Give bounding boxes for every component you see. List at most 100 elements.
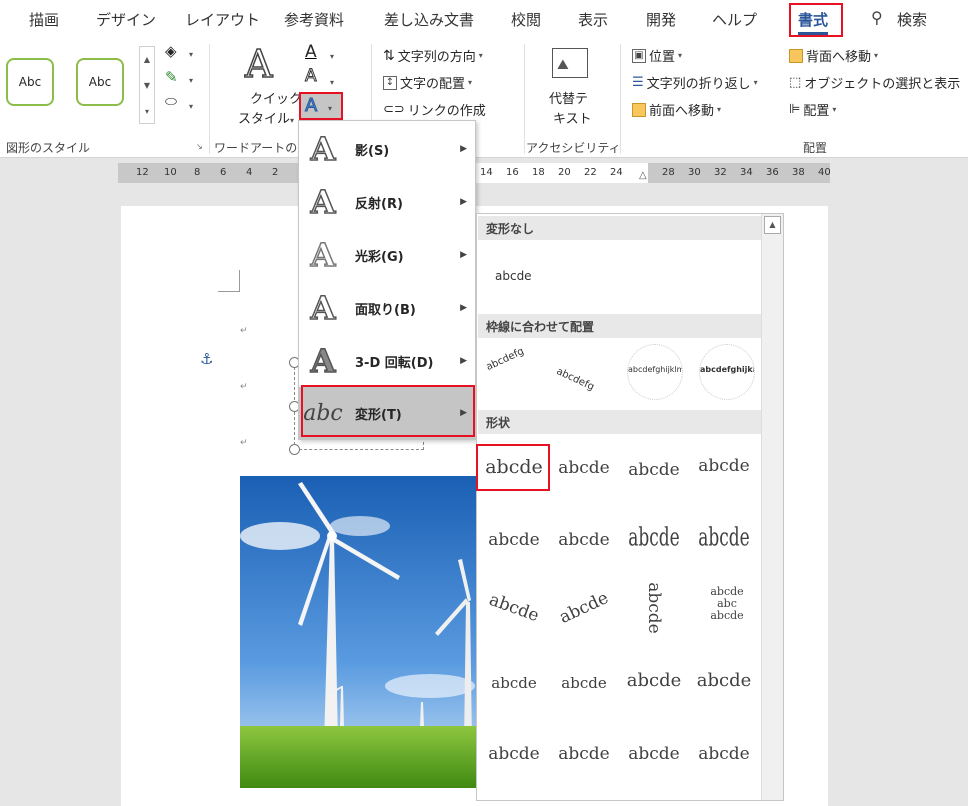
warp-wave-2[interactable]: abcde [689, 744, 759, 764]
warp-ring-outside[interactable]: abcde [619, 523, 689, 553]
tab-layout[interactable]: レイアウト [185, 9, 260, 30]
menu-item-glow[interactable]: A 光彩(G) ▶ [299, 229, 477, 281]
tab-draw[interactable]: 描画 [29, 9, 59, 30]
ruler-indent-marker-icon[interactable]: △ [639, 170, 647, 181]
highlight-square-transform [476, 444, 550, 491]
text-effects-button[interactable]: A ▾ [299, 92, 343, 120]
transform-arch-up[interactable]: abcdefg [485, 346, 526, 373]
warp-deflate-top[interactable]: abcde [619, 670, 689, 691]
menu-item-label: 面取り(B) [355, 302, 416, 318]
shape-outline-dropdown[interactable]: ▾ [189, 72, 193, 87]
bring-forward-button[interactable]: 前面へ移動 ▾ [632, 100, 721, 119]
align-button[interactable]: ⊫ 配置 ▾ [789, 100, 836, 119]
warp-ring-inside[interactable]: abcde [549, 530, 619, 550]
anchor-icon[interactable]: ⚓ [200, 350, 213, 368]
search-icon[interactable]: ⚲ [871, 8, 883, 27]
text-outline-icon[interactable]: A [305, 66, 318, 87]
warp-triangle-down[interactable]: abcde [619, 460, 689, 480]
warp-arch-up[interactable]: abcde [478, 587, 551, 630]
position-button[interactable]: ▣ 位置 ▾ [632, 46, 682, 65]
warp-chevron-down[interactable]: abcde [479, 530, 549, 550]
group-label-arrange: 配置 [803, 141, 828, 155]
menu-item-bevel[interactable]: A 面取り(B) ▶ [299, 282, 477, 334]
separator [620, 44, 621, 154]
gallery-scrollbar[interactable]: ▲ [761, 214, 783, 800]
text-glow-icon: A [310, 235, 336, 275]
tab-design[interactable]: デザイン [96, 9, 156, 30]
ruler-number: 36 [766, 167, 779, 178]
transform-circle[interactable]: abcdefghijklm [627, 344, 683, 400]
quick-style-label[interactable]: クイック [250, 88, 302, 107]
warp-inflate-bottom[interactable]: abcde [549, 674, 619, 692]
quick-style-dropdown[interactable]: ▾ [290, 112, 294, 127]
scroll-up-icon[interactable]: ▲ [764, 216, 781, 234]
style-gallery-scroll[interactable]: ▲ ▼ ▾ [139, 46, 155, 124]
tab-review[interactable]: 校閲 [511, 9, 541, 30]
text-fill-dropdown[interactable]: ▾ [330, 48, 334, 63]
shape-effects-icon[interactable]: ⬭ [165, 94, 177, 110]
warp-can-up[interactable]: abcde [479, 744, 549, 764]
ruler-number: 10 [164, 167, 177, 178]
menu-item-reflection[interactable]: A 反射(R) ▶ [299, 176, 477, 228]
shape-fill-icon[interactable]: ◈ [165, 42, 177, 60]
shape-effects-dropdown[interactable]: ▾ [189, 98, 193, 113]
shape-style-1[interactable]: Abc [6, 58, 54, 106]
transform-button[interactable]: abcdefghijklmno [699, 344, 755, 400]
dialog-launcher-icon[interactable]: ↘ [196, 142, 203, 151]
menu-item-3d-rotation[interactable]: A 3-D 回転(D) ▶ [299, 335, 477, 387]
separator [524, 44, 525, 154]
highlight-format-tab [789, 3, 843, 37]
wind-turbine-photo[interactable] [240, 476, 476, 788]
warp-triangle-up[interactable]: abcde [549, 458, 619, 478]
text-outline-dropdown[interactable]: ▾ [330, 74, 334, 89]
warp-arch-down[interactable]: abcde [548, 584, 620, 632]
tab-view[interactable]: 表示 [578, 9, 608, 30]
resize-handle[interactable] [289, 444, 300, 455]
alt-text-label-1[interactable]: 代替テ [549, 88, 588, 107]
tab-developer[interactable]: 開発 [646, 9, 676, 30]
paragraph-mark: ↵ [240, 326, 248, 336]
transform-gallery: 変形なし abcde 枠線に合わせて配置 abcdefg abcdefg abc… [476, 213, 784, 801]
warp-circle[interactable]: abcde [644, 573, 664, 643]
tab-references[interactable]: 参考資料 [284, 9, 344, 30]
create-link-button[interactable]: ⊂⊃ リンクの作成 [383, 100, 486, 119]
shape-outline-icon[interactable]: ✎ [165, 68, 178, 86]
text-align-button[interactable]: ↕ 文字の配置 ▾ [383, 73, 472, 92]
transform-none[interactable]: abcde [495, 269, 532, 283]
text-align-icon: ↕ [383, 75, 397, 90]
warp-can-down[interactable]: abcde [549, 744, 619, 764]
quick-style-label-2[interactable]: スタイル [238, 108, 290, 127]
warp-button[interactable]: abcde abc abcde [699, 586, 755, 622]
alt-text-icon[interactable]: ⛰ [552, 48, 588, 78]
wordart-quick-style-icon[interactable]: A [244, 41, 273, 87]
send-backward-button[interactable]: 背面へ移動 ▾ [789, 46, 878, 65]
warp-ring-outside-2[interactable]: abcde [689, 523, 759, 553]
text-bevel-icon: A [310, 288, 336, 328]
menu-item-shadow[interactable]: A 影(S) ▶ [299, 123, 477, 175]
warp-deflate-bottom[interactable]: abcde [689, 670, 759, 691]
tab-help[interactable]: ヘルプ [712, 9, 757, 30]
wrap-text-button[interactable]: ☰ 文字列の折り返し ▾ [632, 73, 758, 92]
text-direction-button[interactable]: ⇅ 文字列の方向 ▾ [383, 46, 483, 66]
alt-text-label-2[interactable]: キスト [553, 108, 592, 127]
ruler-number: 18 [532, 167, 545, 178]
text-3d-rotation-icon: A [310, 341, 336, 381]
warp-chevron-up[interactable]: abcde [689, 456, 759, 476]
shape-fill-dropdown[interactable]: ▾ [189, 46, 193, 61]
transform-arch-down[interactable]: abcdefg [555, 366, 596, 393]
section-header-no-transform: 変形なし [478, 216, 762, 240]
tab-mailings[interactable]: 差し込み文書 [384, 9, 474, 30]
selection-pane-icon: ⬚ [789, 75, 802, 90]
tab-search[interactable]: 検索 [897, 9, 927, 30]
warp-wave-1[interactable]: abcde [619, 744, 689, 764]
separator [209, 44, 210, 154]
shape-style-2[interactable]: Abc [76, 58, 124, 106]
ruler-number: 4 [246, 167, 253, 178]
warp-inflate-top[interactable]: abcde [479, 674, 549, 692]
paragraph-mark: ↵ [240, 438, 248, 448]
highlight-transform-item [301, 385, 475, 437]
menu-item-label: 反射(R) [355, 196, 403, 212]
ribbon: Abc Abc ▲ ▼ ▾ ◈ ▾ ✎ ▾ ⬭ ▾ 図形のスタイル ↘ A クイック… [0, 38, 968, 158]
selection-pane-button[interactable]: ⬚ オブジェクトの選択と表示 [789, 73, 960, 92]
text-fill-icon[interactable]: A [305, 42, 317, 62]
